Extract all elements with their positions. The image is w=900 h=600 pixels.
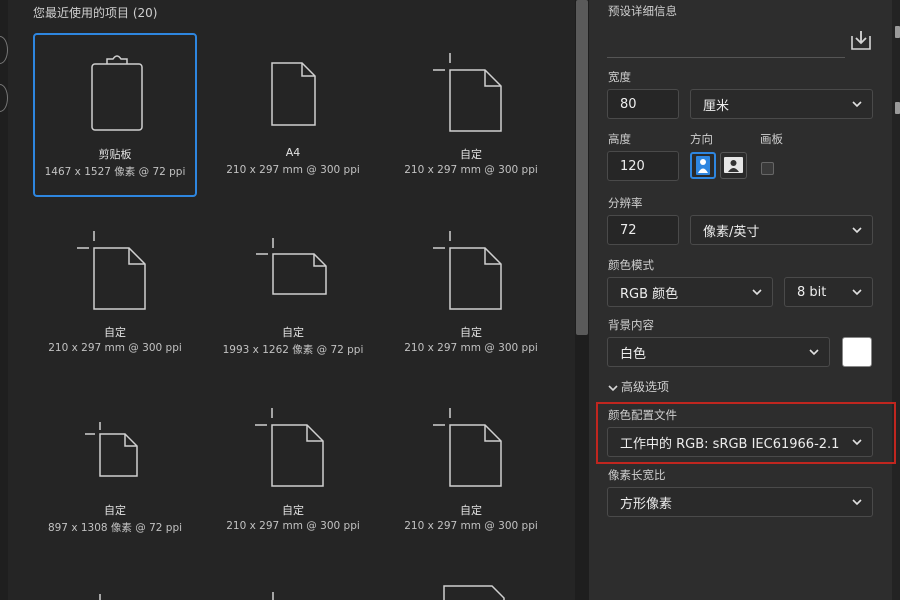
artboard-label: 画板	[760, 132, 783, 146]
background-select[interactable]: 白色	[607, 337, 830, 367]
orientation-label: 方向	[690, 132, 713, 146]
background-color-swatch[interactable]	[842, 337, 872, 367]
width-input[interactable]: 80	[607, 89, 679, 119]
landscape-icon	[724, 157, 743, 173]
tile-size: 210 x 297 mm @ 300 ppi	[404, 342, 538, 354]
width-unit-value: 厘米	[703, 98, 730, 114]
recent-item-custom[interactable]: 自定 210 x 297 mm @ 300 ppi	[33, 212, 197, 376]
color-mode-select[interactable]: RGB 颜色	[607, 277, 773, 307]
right-edge	[892, 0, 900, 600]
landscape-orientation-button[interactable]	[720, 152, 747, 179]
tile-size: 210 x 297 mm @ 300 ppi	[226, 520, 360, 532]
background-value: 白色	[620, 346, 647, 362]
tile-name: A4	[285, 146, 301, 159]
recent-item-clipboard[interactable]: 剪贴板 1467 x 1527 像素 @ 72 ppi	[33, 33, 197, 197]
left-edge	[0, 0, 8, 600]
color-mode-label: 颜色模式	[608, 258, 654, 272]
preset-title: 预设详细信息	[608, 4, 677, 18]
scrollbar-thumb[interactable]	[576, 0, 588, 335]
resolution-label: 分辨率	[608, 196, 643, 210]
chevron-down-icon	[752, 289, 762, 296]
tile-name: 自定	[460, 504, 482, 517]
tile-name: 自定	[460, 326, 482, 339]
tile-name: 自定	[282, 504, 304, 517]
tile-size: 210 x 297 mm @ 300 ppi	[48, 342, 182, 354]
chevron-down-icon	[852, 227, 862, 234]
color-mode-value: RGB 颜色	[620, 286, 679, 302]
save-preset-icon[interactable]	[849, 28, 873, 52]
tile-name: 自定	[460, 148, 482, 161]
edge-arc-icon	[0, 36, 8, 64]
recent-item-custom[interactable]: 自定 210 x 297 mm @ 300 ppi	[389, 390, 553, 554]
chevron-down-icon	[852, 499, 862, 506]
recent-item-custom[interactable]: 自定 210 x 297 mm @ 300 ppi	[211, 390, 375, 554]
portrait-orientation-button[interactable]	[690, 152, 716, 179]
recent-item-a4[interactable]: A4 210 x 297 mm @ 300 ppi	[211, 33, 375, 197]
recent-item-custom[interactable]: 自定 210 x 297 mm @ 300 ppi	[389, 212, 553, 376]
width-label: 宽度	[608, 70, 631, 84]
chevron-down-icon	[809, 349, 819, 356]
edge-handle-icon	[895, 102, 900, 114]
title-divider	[607, 57, 845, 58]
tile-size: 210 x 297 mm @ 300 ppi	[404, 164, 538, 176]
tile-size: 210 x 297 mm @ 300 ppi	[404, 520, 538, 532]
resolution-unit-value: 像素/英寸	[703, 224, 760, 240]
color-profile-label: 颜色配置文件	[608, 408, 677, 422]
edge-arc-icon	[0, 84, 8, 112]
edge-handle-icon	[895, 26, 900, 38]
bit-depth-value: 8 bit	[797, 284, 827, 300]
resolution-unit-select[interactable]: 像素/英寸	[690, 215, 873, 245]
pixel-aspect-label: 像素长宽比	[608, 468, 666, 482]
tile-size: 210 x 297 mm @ 300 ppi	[226, 164, 360, 176]
resolution-input[interactable]: 72	[607, 215, 679, 245]
height-input[interactable]: 120	[607, 151, 679, 181]
tile-size: 897 x 1308 像素 @ 72 ppi	[47, 522, 183, 534]
background-label: 背景内容	[608, 318, 654, 332]
tile-size: 1467 x 1527 像素 @ 72 ppi	[44, 166, 186, 178]
tile-size: 1993 x 1262 像素 @ 72 ppi	[222, 344, 364, 356]
partial-item-icon	[272, 592, 274, 600]
tile-name: 自定	[104, 326, 126, 339]
tile-name: 剪贴板	[98, 148, 132, 161]
tile-name: 自定	[282, 326, 304, 339]
color-profile-select[interactable]: 工作中的 RGB: sRGB IEC61966-2.1	[607, 427, 873, 457]
advanced-options-label: 高级选项	[621, 380, 670, 394]
portrait-icon	[696, 156, 710, 175]
recent-item-custom[interactable]: 自定 210 x 297 mm @ 300 ppi	[389, 33, 553, 197]
chevron-down-icon	[852, 101, 862, 108]
color-profile-value: 工作中的 RGB: sRGB IEC61966-2.1	[620, 436, 840, 452]
artboard-checkbox[interactable]	[761, 162, 774, 175]
partial-item-icon	[443, 585, 505, 600]
bit-depth-select[interactable]: 8 bit	[784, 277, 873, 307]
advanced-options-toggle[interactable]: 高级选项	[608, 378, 669, 395]
pixel-aspect-value: 方形像素	[620, 496, 673, 512]
partial-item-icon	[99, 594, 101, 600]
tile-name: 自定	[104, 504, 126, 517]
chevron-down-icon	[852, 289, 862, 296]
width-unit-select[interactable]: 厘米	[690, 89, 873, 119]
chevron-down-icon	[852, 439, 862, 446]
recent-item-custom[interactable]: 自定 1993 x 1262 像素 @ 72 ppi	[211, 212, 375, 376]
height-label: 高度	[608, 132, 631, 146]
recent-item-custom[interactable]: 自定 897 x 1308 像素 @ 72 ppi	[33, 390, 197, 554]
pixel-aspect-select[interactable]: 方形像素	[607, 487, 873, 517]
chevron-down-icon	[608, 384, 618, 391]
recent-items-title: 您最近使用的项目 (20)	[33, 6, 158, 20]
